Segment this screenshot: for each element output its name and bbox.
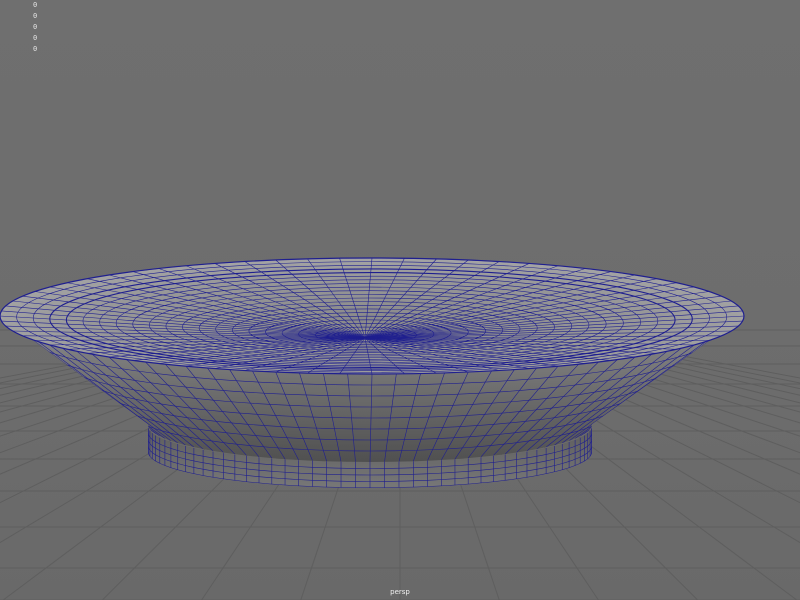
hud-value: 0 [33,34,38,42]
camera-name-label: persp [390,588,410,596]
plate-mesh[interactable] [0,257,745,488]
perspective-viewport[interactable]: 0 0 0 0 0 persp [0,0,800,600]
hud-value: 0 [33,23,38,31]
hud-value: 0 [33,12,38,20]
hud-value: 0 [33,45,38,53]
hud-value: 0 [33,1,38,9]
viewport-scene[interactable] [0,0,800,600]
hud-readout: 0 0 0 0 0 [33,0,37,55]
